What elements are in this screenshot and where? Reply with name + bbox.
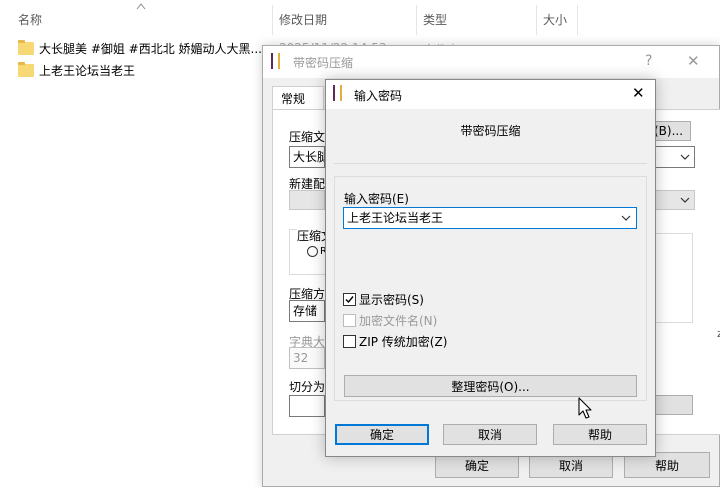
sort-ascending-icon [136,3,146,10]
file-name: 大长腿美 #御姐 #西北北 娇媚动人大黑... [39,41,262,56]
folder-icon [18,61,34,77]
password-value: 上老王论坛当老王 [347,211,444,225]
column-separator[interactable] [272,5,273,35]
checkbox[interactable] [343,293,356,306]
password-input[interactable]: 上老王论坛当老王 [343,207,637,229]
method-select[interactable]: 存储 [289,300,325,322]
column-separator[interactable] [416,5,417,35]
dialog-titlebar[interactable]: 输入密码 ✕ [326,80,655,109]
split-button[interactable] [655,395,693,415]
column-header-name[interactable]: 名称 [18,0,42,38]
close-icon[interactable]: ✕ [687,52,700,70]
split-input[interactable] [289,395,325,417]
dialog-heading: 带密码压缩 [460,124,521,138]
radio-button[interactable] [307,246,318,257]
column-header-size[interactable]: 大小 [543,0,567,38]
winrar-icon [333,85,335,101]
mouse-cursor-icon [578,397,592,419]
format-radio[interactable]: R [307,246,327,257]
chevron-down-icon [680,154,690,160]
checkbox[interactable] [343,335,356,348]
show-password-checkbox[interactable]: 显示密码(S) [343,291,424,308]
options-groupbox [655,233,693,323]
browse-button[interactable]: (B)... [651,121,691,141]
divider [334,163,647,164]
checkbox[interactable] [343,314,356,327]
archive-name-input[interactable]: 大长腿 [289,146,325,168]
archive-name-label: 压缩文 [289,130,326,144]
zip-legacy-encryption-checkbox[interactable]: ZIP 传统加密(Z) [343,333,447,350]
password-label: 输入密码(E) [344,192,409,206]
dictionary-select[interactable]: 32 [289,347,325,369]
folder-icon [18,39,34,55]
help-button[interactable]: 帮助 [553,424,647,445]
dialog-titlebar[interactable]: 带密码压缩 ? ✕ [263,46,719,78]
chevron-down-icon[interactable] [620,212,632,224]
file-name: 上老王论坛当老王 [39,63,136,78]
profile-combo[interactable] [289,190,325,210]
archive-name-dropdown[interactable] [655,146,695,168]
ok-button[interactable]: 确定 [335,424,429,445]
checkmark-icon [345,296,354,304]
column-header-modified[interactable]: 修改日期 [279,0,327,38]
column-separator[interactable] [536,5,537,35]
file-row[interactable]: 大长腿美 #御姐 #西北北 娇媚动人大黑... [18,38,262,58]
enter-password-dialog: 输入密码 ✕ 带密码压缩 输入密码(E) 上老王论坛当老王 显示密码(S) 加密… [325,79,656,457]
close-icon[interactable]: ✕ [632,84,645,102]
dialog-title: 输入密码 [354,89,403,103]
dialog-title: 带密码压缩 [293,56,354,70]
chevron-down-icon [680,197,690,203]
file-row[interactable]: 上老王论坛当老王 [18,60,135,80]
winrar-icon [271,53,273,69]
organize-passwords-button[interactable]: 整理密码(O)... [344,375,637,397]
cancel-button[interactable]: 取消 [443,424,537,445]
column-separator[interactable] [577,5,578,35]
tab-general[interactable]: 常规 [272,86,324,110]
encrypt-filenames-checkbox[interactable]: 加密文件名(N) [343,312,437,329]
split-label: 切分为 [289,380,326,394]
help-icon[interactable]: ? [645,53,652,69]
profile-dropdown[interactable] [655,190,695,210]
column-header-type[interactable]: 类型 [423,0,447,38]
